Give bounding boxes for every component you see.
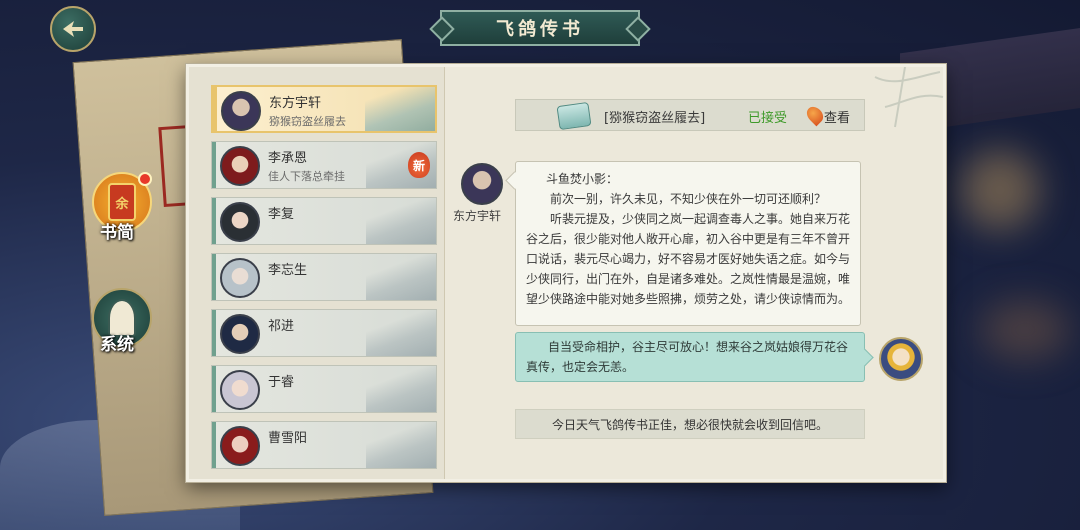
contact-scenery [365,87,435,131]
contact-item[interactable]: 李承恩 佳人下落总牵挂 新 [211,141,437,189]
letter-paragraph: 前次一别，许久未见，不知少侠在外一切可还顺利？ [550,192,827,206]
notification-dot [138,172,152,186]
tab-letters-label: 书简 [100,223,134,243]
background-lantern-glow [960,150,1040,230]
contact-avatar [220,258,260,298]
contact-subtitle: 猕猴窃盗丝履去 [269,115,346,128]
contact-avatar [221,91,261,131]
contact-accent-bar [212,198,216,244]
contact-accent-bar [212,254,216,300]
contact-scenery [366,310,436,356]
contact-accent-bar [212,142,216,188]
contact-item[interactable]: 李忘生 [211,253,437,301]
sender-name: 东方宇轩 [453,209,502,223]
contact-scenery [366,198,436,244]
status-message: 今日天气飞鸽传书正佳，想必很快就会收到回信吧。 [515,409,865,439]
contact-avatar [220,202,260,242]
page-title: 飞鸽传书 [496,19,584,40]
letter-greeting: 斗鱼焚小影： [546,172,619,186]
quest-title: [猕猴窃盗丝履去] [604,111,706,126]
contact-accent-bar [212,310,216,356]
back-button[interactable] [50,6,96,52]
contact-name: 李复 [268,207,295,222]
contact-name: 祁进 [268,319,295,334]
new-badge: 新 [408,152,430,178]
contact-name: 李忘生 [268,263,308,278]
letter-emblem: 余 [115,196,129,212]
contact-name: 于睿 [268,375,295,390]
player-avatar [879,337,923,381]
quest-status: 已接受 [748,111,788,126]
letter-scroll-icon: 余 [108,183,136,221]
contact-scenery [366,422,436,468]
contact-scenery [366,254,436,300]
bamboo-decoration [874,67,944,128]
contact-avatar [220,370,260,410]
mail-panel: 东方宇轩 猕猴窃盗丝履去 李承恩 佳人下落总牵挂 新 李复 李忘生 祁进 于睿 … [186,64,946,482]
quest-scroll-icon [556,101,592,131]
contact-item[interactable]: 李复 [211,197,437,245]
letter-paragraph: 听裴元提及，少侠同之岚一起调查毒人之事。她自来万花谷之后，很少能对他人敞开心扉，… [526,212,851,306]
quest-bar: [猕猴窃盗丝履去] 已接受 查看 [515,99,865,131]
contact-accent-bar [212,422,216,468]
background-shadow [980,300,1070,360]
view-quest-button[interactable]: 查看 [824,107,850,126]
contact-item[interactable]: 曹雪阳 [211,421,437,469]
contact-subtitle: 佳人下落总牵挂 [268,170,345,183]
reply-message: 自当受命相护，谷主尽可放心！想来谷之岚姑娘得万花谷真传，也定会无恙。 [515,332,865,382]
sender-avatar [461,163,503,205]
contact-name: 东方宇轩 [269,96,322,111]
contact-item[interactable]: 于睿 [211,365,437,413]
contact-name: 李承恩 [268,151,308,166]
page-title-banner: 飞鸽传书 [440,10,640,46]
contact-name: 曹雪阳 [268,431,308,446]
letter-message: 斗鱼焚小影： 前次一别，许久未见，不知少侠在外一切可还顺利？ 听裴元提及，少侠同… [515,161,861,326]
contact-avatar [220,314,260,354]
contact-avatar [220,146,260,186]
contact-item[interactable]: 祁进 [211,309,437,357]
tab-system-label: 系统 [100,335,134,355]
contact-avatar [220,426,260,466]
contact-item[interactable]: 东方宇轩 猕猴窃盗丝履去 [211,85,437,133]
contact-accent-bar [212,366,216,412]
contact-scenery [366,366,436,412]
back-arrow-icon [63,21,83,37]
contact-accent-bar [213,87,217,131]
contact-list[interactable]: 东方宇轩 猕猴窃盗丝履去 李承恩 佳人下落总牵挂 新 李复 李忘生 祁进 于睿 … [189,67,445,479]
location-pin-icon[interactable] [803,103,827,127]
